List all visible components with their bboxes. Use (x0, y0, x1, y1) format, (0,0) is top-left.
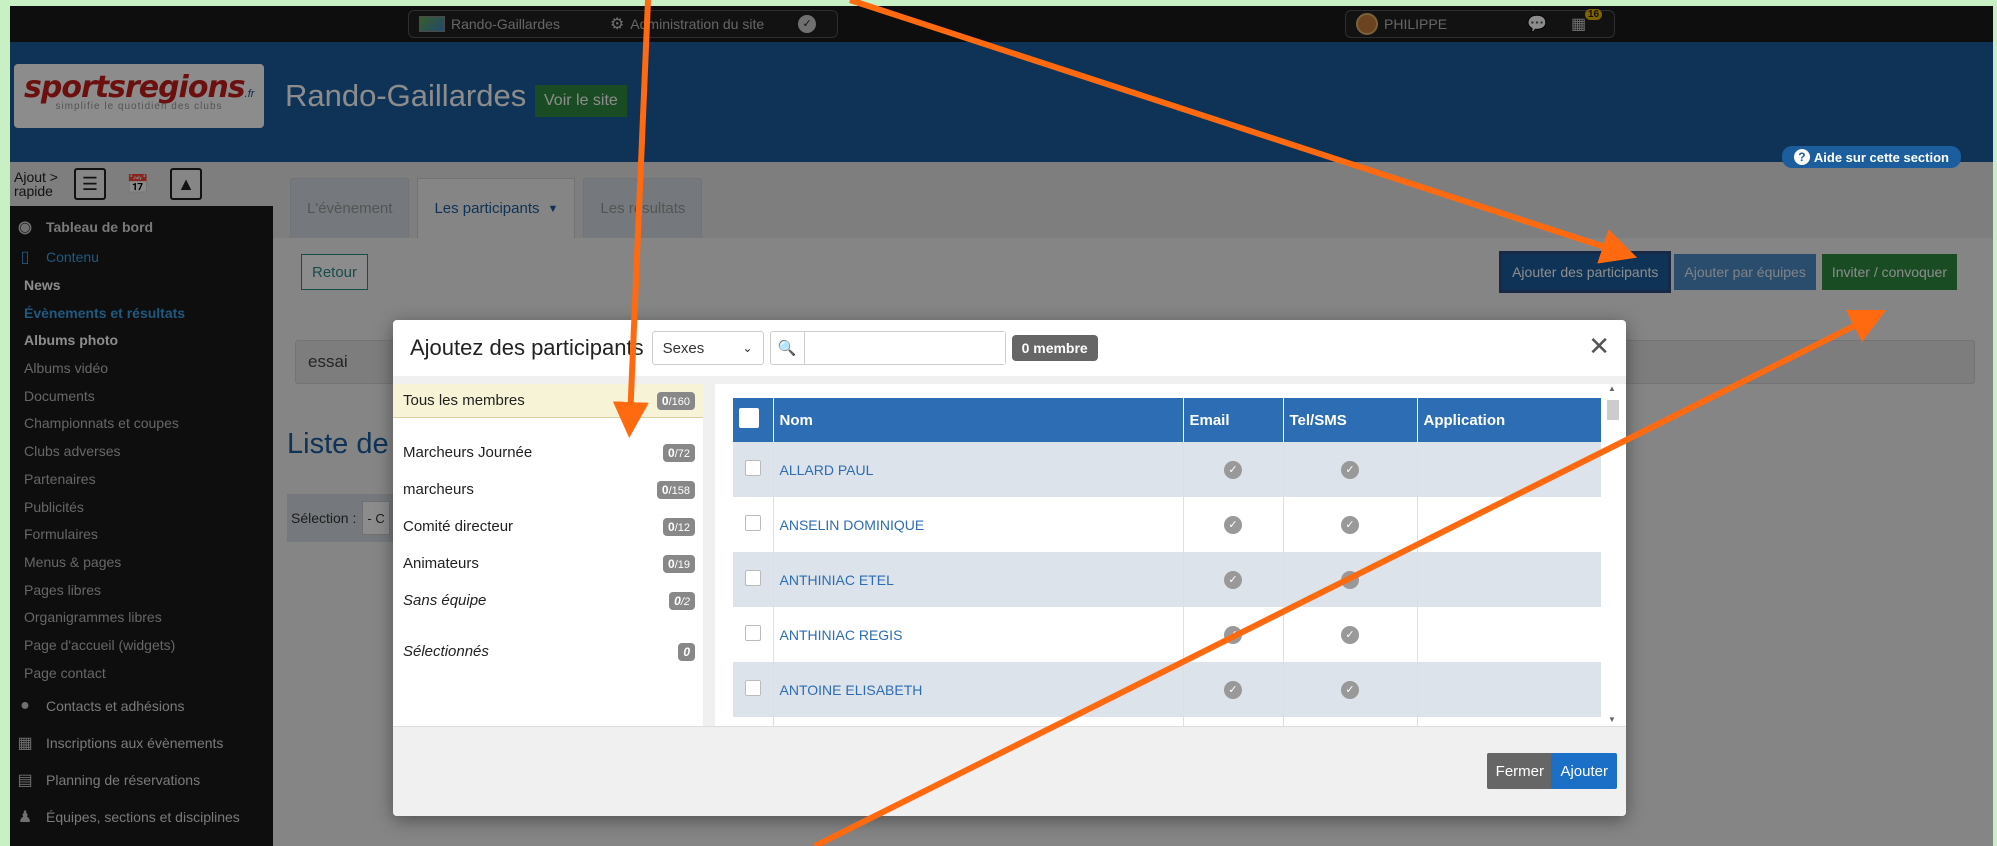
group-item-comite[interactable]: Comité directeur 0/12 (393, 508, 703, 545)
group-item-marcheurs-journee[interactable]: Marcheurs Journée 0/72 (393, 434, 703, 471)
sex-select[interactable]: Sexes ⌄ (651, 331, 764, 365)
group-list: Tous les membres 0/160 Marcheurs Journée… (393, 384, 703, 726)
screen-frame: Rando-Gaillardes ⚙ Administration du sit… (10, 6, 1993, 846)
row-checkbox[interactable] (744, 625, 761, 641)
group-item-selectionnes[interactable]: Sélectionnés 0 (393, 633, 703, 670)
group-count-badge: 0/158 (656, 480, 695, 499)
chevron-down-icon: ⌄ (742, 341, 753, 355)
add-participants-modal: Ajoutez des participants Sexes ⌄ 🔍 0 mem… (393, 320, 1626, 816)
sms-check-icon: ✓ (1341, 461, 1359, 479)
member-name[interactable]: ANSELIN DOMINIQUE (772, 497, 1183, 552)
table-row[interactable]: ✓ ✓ (733, 717, 1601, 726)
group-item-animateurs[interactable]: Animateurs 0/19 (393, 545, 703, 582)
members-panel: Nom Email Tel/SMS Application ALLARD PAU… (715, 384, 1626, 726)
col-nom[interactable]: Nom (772, 398, 1183, 442)
table-row[interactable]: ANTHINIAC ETEL ✓ ✓ (733, 552, 1601, 607)
col-tel[interactable]: Tel/SMS (1282, 398, 1417, 442)
search-icon[interactable]: 🔍 (771, 332, 805, 364)
scroll-thumb[interactable] (1607, 400, 1619, 420)
search-group: 🔍 (769, 331, 1006, 365)
table-row[interactable]: ALLARD PAUL ✓ ✓ (733, 442, 1601, 497)
email-check-icon: ✓ (1224, 571, 1242, 589)
modal-footer: Fermer Ajouter (393, 726, 1626, 816)
row-checkbox[interactable] (744, 460, 761, 476)
members-scrollbar[interactable]: ▲ ▼ (1604, 384, 1620, 726)
group-count-badge: 0/19 (663, 554, 695, 573)
group-item-marcheurs[interactable]: marcheurs 0/158 (393, 471, 703, 508)
row-checkbox[interactable] (744, 515, 761, 531)
email-check-icon: ✓ (1224, 516, 1242, 534)
col-email[interactable]: Email (1182, 398, 1283, 442)
sms-check-icon: ✓ (1341, 681, 1359, 699)
table-header-row: Nom Email Tel/SMS Application (733, 398, 1601, 442)
sms-check-icon: ✓ (1341, 571, 1359, 589)
add-button[interactable]: Ajouter (1551, 753, 1617, 789)
members-table: Nom Email Tel/SMS Application ALLARD PAU… (733, 398, 1601, 726)
group-item-sans-equipe[interactable]: Sans équipe 0/2 (393, 582, 703, 619)
table-row[interactable]: ANTOINE ELISABETH ✓ ✓ (733, 662, 1601, 717)
modal-title: Ajoutez des participants (410, 335, 644, 360)
group-count-badge: 0/160 (656, 391, 695, 410)
help-label: Aide sur cette section (1813, 149, 1949, 165)
group-count-badge: 0 (678, 642, 695, 661)
col-application[interactable]: Application (1416, 398, 1601, 442)
scroll-up-icon[interactable]: ▲ (1604, 384, 1620, 393)
close-icon[interactable]: ✕ (1588, 333, 1610, 359)
member-name[interactable]: ANTHINIAC REGIS (772, 607, 1183, 662)
group-count-badge: 0/12 (663, 517, 695, 536)
search-input[interactable] (804, 332, 1005, 364)
group-count-badge: 0/72 (663, 443, 695, 462)
close-button[interactable]: Fermer (1486, 753, 1553, 789)
member-name[interactable]: ANTOINE ELISABETH (772, 662, 1183, 717)
member-name[interactable]: ANTHINIAC ETEL (772, 552, 1183, 607)
member-name[interactable]: ALLARD PAUL (772, 442, 1183, 497)
row-checkbox[interactable] (744, 570, 761, 586)
sms-check-icon: ✓ (1341, 626, 1359, 644)
group-count-badge: 0/2 (669, 591, 695, 610)
row-checkbox[interactable] (744, 680, 761, 696)
email-check-icon: ✓ (1224, 626, 1242, 644)
question-icon: ? (1793, 149, 1810, 165)
email-check-icon: ✓ (1224, 461, 1242, 479)
modal-header: Ajoutez des participants Sexes ⌄ 🔍 0 mem… (393, 320, 1626, 376)
email-check-icon: ✓ (1224, 681, 1242, 699)
table-row[interactable]: ANSELIN DOMINIQUE ✓ ✓ (733, 497, 1601, 552)
sms-check-icon: ✓ (1341, 516, 1359, 534)
select-all-checkbox[interactable] (739, 408, 759, 428)
select-all-cell (733, 398, 773, 442)
help-link[interactable]: ? Aide sur cette section (1781, 146, 1961, 168)
group-item-all[interactable]: Tous les membres 0/160 (393, 384, 703, 418)
member-count-badge: 0 membre (1011, 335, 1098, 361)
scroll-down-icon[interactable]: ▼ (1604, 715, 1620, 724)
table-row[interactable]: ANTHINIAC REGIS ✓ ✓ (733, 607, 1601, 662)
modal-body: Tous les membres 0/160 Marcheurs Journée… (393, 376, 1626, 726)
